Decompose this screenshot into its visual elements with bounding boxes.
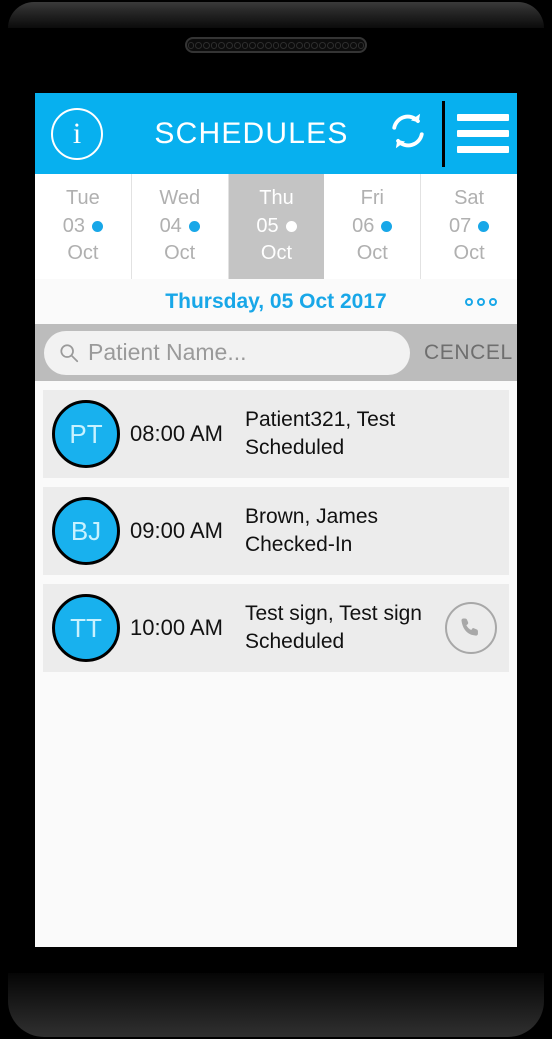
appointment-indicator-dot — [188, 221, 200, 232]
date-strip: Tue 03 Oct Wed 04 Oct Thu 05 Oct Fri 06 Oct Sat 07 Oct — [35, 174, 517, 279]
selected-date-header: Thursday, 05 Oct 2017 — [35, 279, 517, 324]
speaker-hole — [218, 41, 226, 49]
search-icon — [60, 343, 79, 362]
search-input[interactable]: Patient Name... — [44, 330, 410, 375]
phone-screen: i SCHEDULES Tue 03 Oct Wed 04 Oct Thu 05 Oct Fri 0… — [35, 93, 517, 947]
date-weekday: Fri — [360, 187, 384, 210]
date-strip-day-tue[interactable]: Tue 03 Oct — [35, 174, 132, 279]
speaker-hole — [241, 41, 249, 49]
avatar-initials: PT — [69, 418, 103, 449]
date-day-number: 07 — [448, 214, 472, 237]
appointment-time: 09:00 AM — [130, 518, 223, 543]
appointment-indicator-dot — [381, 221, 393, 232]
speaker-hole — [272, 41, 280, 49]
date-month: Oct — [356, 242, 388, 265]
appointment-details: Test sign, Test sign Scheduled — [245, 600, 445, 655]
date-weekday: Sat — [454, 187, 485, 210]
date-month: Oct — [260, 242, 293, 265]
date-weekday: Wed — [159, 187, 201, 210]
appointment-time: 08:00 AM — [130, 421, 223, 446]
device-top-bezel — [8, 2, 544, 28]
app-bar: i SCHEDULES — [35, 93, 517, 174]
speaker-hole — [303, 41, 311, 49]
app-bar-divider — [442, 100, 445, 167]
appointment-status: Checked-In — [244, 533, 353, 556]
date-number-row: 04 — [160, 213, 200, 241]
earpiece-speaker-grille — [185, 37, 367, 53]
date-strip-day-sat[interactable]: Sat 07 Oct — [421, 174, 517, 279]
speaker-hole — [295, 41, 303, 49]
patient-name: Test sign, Test sign — [244, 602, 422, 626]
speaker-hole — [249, 41, 257, 49]
speaker-hole — [187, 41, 195, 49]
device-bottom-bezel — [8, 973, 544, 1037]
speaker-hole — [357, 41, 365, 49]
appointment-row[interactable]: PT 08:00 AM Patient321, Test Scheduled — [43, 390, 509, 478]
page-title: SCHEDULES — [154, 116, 349, 150]
selected-date-label: Thursday, 05 Oct 2017 — [165, 289, 387, 313]
appointment-indicator-dot — [478, 221, 490, 232]
date-strip-day-fri[interactable]: Fri 06 Oct — [324, 174, 422, 279]
cancel-search-button[interactable]: CENCEL — [424, 341, 513, 365]
speaker-hole — [257, 41, 264, 49]
date-day-number: 04 — [159, 214, 182, 237]
search-input-placeholder: Patient Name... — [88, 339, 247, 365]
info-icon[interactable]: i — [51, 107, 103, 160]
hamburger-menu-icon[interactable] — [457, 114, 517, 153]
speaker-hole — [342, 41, 349, 49]
speaker-hole — [280, 41, 288, 49]
date-strip-day-wed[interactable]: Wed 04 Oct — [132, 174, 229, 279]
phone-device-frame: i SCHEDULES Tue 03 Oct Wed 04 Oct Thu 05 Oct Fri 0… — [0, 0, 552, 1039]
appointment-row[interactable]: TT 10:00 AM Test sign, Test sign Scheduled — [43, 584, 509, 672]
appointment-status: Scheduled — [244, 630, 345, 653]
date-weekday: Thu — [259, 187, 294, 210]
info-icon-glyph: i — [72, 116, 82, 150]
speaker-hole — [233, 41, 241, 49]
speaker-hole — [349, 41, 357, 49]
speaker-hole — [195, 41, 203, 49]
date-month: Oct — [67, 242, 99, 265]
date-strip-day-thu[interactable]: Thu 05 Oct — [228, 174, 325, 279]
speaker-hole — [226, 41, 233, 49]
search-bar: Patient Name... CENCEL — [35, 324, 517, 381]
appointment-indicator-dot — [285, 221, 297, 232]
speaker-hole — [203, 41, 210, 49]
more-options-icon[interactable] — [465, 297, 497, 306]
avatar: TT — [52, 594, 120, 662]
speaker-hole — [210, 41, 218, 49]
appointment-list: PT 08:00 AM Patient321, Test Scheduled BJ 09:… — [35, 381, 517, 947]
refresh-icon[interactable] — [386, 109, 430, 158]
appointment-indicator-dot — [92, 221, 104, 232]
appointment-row[interactable]: BJ 09:00 AM Brown, James Checked-In — [43, 487, 509, 575]
date-day-number: 05 — [256, 214, 279, 237]
avatar: BJ — [52, 497, 120, 565]
date-number-row: 07 — [448, 213, 490, 241]
speaker-hole — [319, 41, 326, 49]
date-number-row: 06 — [352, 213, 393, 241]
date-weekday: Tue — [66, 187, 100, 210]
date-number-row: 05 — [256, 213, 297, 241]
speaker-hole — [311, 41, 319, 49]
appointment-details: Patient321, Test Scheduled — [245, 406, 497, 461]
speaker-hole — [326, 41, 334, 49]
avatar-initials: TT — [70, 612, 102, 643]
appointment-time: 10:00 AM — [130, 615, 223, 640]
avatar: PT — [52, 400, 120, 468]
speaker-hole — [288, 41, 295, 49]
phone-icon[interactable] — [445, 602, 497, 654]
date-month: Oct — [164, 242, 196, 265]
speaker-hole — [334, 41, 342, 49]
patient-name: Brown, James — [244, 505, 378, 529]
appointment-status: Scheduled — [244, 436, 345, 459]
avatar-initials: BJ — [70, 515, 102, 546]
date-month: Oct — [453, 242, 485, 265]
patient-name: Patient321, Test — [244, 408, 396, 432]
appointment-details: Brown, James Checked-In — [245, 503, 497, 558]
date-number-row: 03 — [62, 213, 104, 241]
speaker-hole — [264, 41, 272, 49]
date-day-number: 03 — [62, 214, 86, 237]
date-day-number: 06 — [352, 214, 375, 237]
